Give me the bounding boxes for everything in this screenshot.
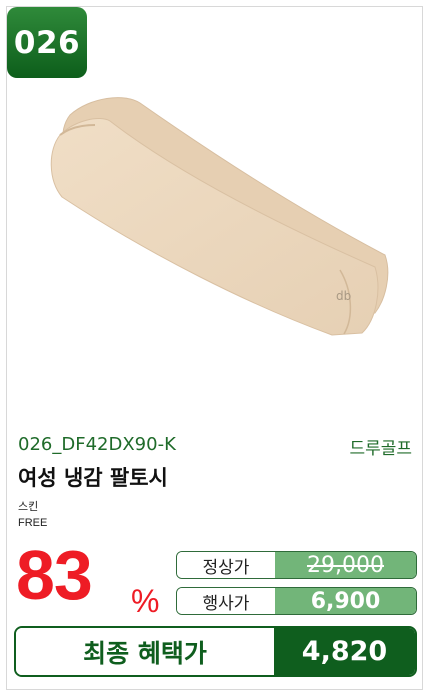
svg-text:db: db	[336, 289, 351, 303]
final-price-value: 4,820	[274, 628, 415, 675]
brand-name: 드루골프	[349, 439, 412, 459]
sale-price-label: 행사가	[177, 588, 275, 614]
badge-number: 026	[13, 24, 81, 61]
regular-price-row: 정상가 29,000	[176, 551, 417, 579]
final-price-bar[interactable]: 최종 혜택가 4,820	[14, 626, 417, 677]
color-option: 스킨	[18, 500, 39, 513]
product-name: 여성 냉감 팔토시	[18, 466, 168, 490]
regular-price-label: 정상가	[177, 552, 275, 578]
final-price-label: 최종 혜택가	[16, 628, 274, 675]
discount-unit: %	[131, 583, 160, 619]
discount-rate: 83	[16, 536, 93, 614]
size-option: FREE	[18, 517, 48, 529]
regular-price-value: 29,000	[275, 552, 416, 578]
sale-price-row: 행사가 6,900	[176, 587, 417, 615]
arm-sleeve-product-image: db	[50, 97, 389, 336]
product-code: 026_DF42DX90-K	[18, 434, 176, 455]
sale-price-value: 6,900	[275, 588, 416, 614]
number-badge: 026	[7, 7, 87, 78]
